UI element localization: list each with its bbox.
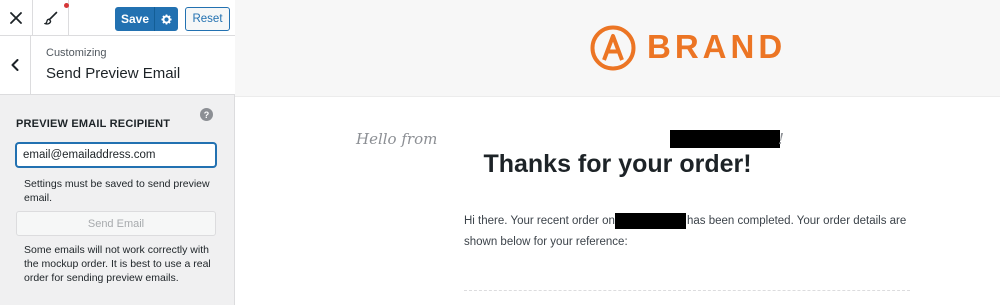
preview-recipient-label: PREVIEW EMAIL RECIPIENT — [16, 118, 171, 130]
reset-button[interactable]: Reset — [185, 7, 230, 31]
section-title: Send Preview Email — [46, 65, 181, 82]
gear-icon — [160, 13, 172, 25]
brand-logo-icon — [590, 25, 636, 71]
content-divider — [464, 290, 910, 291]
redacted-store-name — [670, 130, 780, 148]
recipient-email-input[interactable] — [16, 143, 216, 167]
close-icon — [10, 12, 22, 24]
save-options-button[interactable] — [155, 13, 177, 25]
customize-brush-button[interactable] — [33, 0, 69, 36]
redacted-order-date — [615, 213, 686, 229]
body-text-line2: shown below for your reference: — [464, 236, 628, 248]
body-text-line1-start: Hi there. Your recent order on — [464, 215, 615, 227]
email-heading: Thanks for your order! — [483, 150, 752, 178]
customizer-toolbar: Save Reset — [0, 0, 235, 36]
customizer-sidebar: Save Reset Customizing Send Preview Emai… — [0, 0, 235, 305]
brand-name: BRAND — [647, 28, 787, 65]
chevron-left-icon — [11, 59, 19, 71]
email-header: BRAND — [235, 0, 1000, 97]
mockup-warning-text: Some emails will not work correctly with… — [24, 244, 211, 284]
help-icon[interactable]: ? — [200, 108, 213, 121]
back-button[interactable] — [0, 36, 31, 94]
greeting-exclamation: ! — [778, 130, 785, 148]
notification-dot — [64, 3, 69, 8]
greeting-text: Hello from — [356, 130, 438, 148]
save-button-group: Save — [115, 7, 178, 31]
section-header: Customizing Send Preview Email — [0, 36, 235, 95]
breadcrumb: Customizing — [46, 47, 107, 59]
save-button[interactable]: Save — [116, 12, 154, 26]
paintbrush-icon — [43, 11, 57, 25]
body-text-line1-end: has been completed. Your order details a… — [687, 215, 907, 227]
send-email-button[interactable]: Send Email — [16, 211, 216, 236]
save-settings-note: Settings must be saved to send preview e… — [24, 178, 210, 204]
close-customizer-button[interactable] — [0, 0, 33, 36]
